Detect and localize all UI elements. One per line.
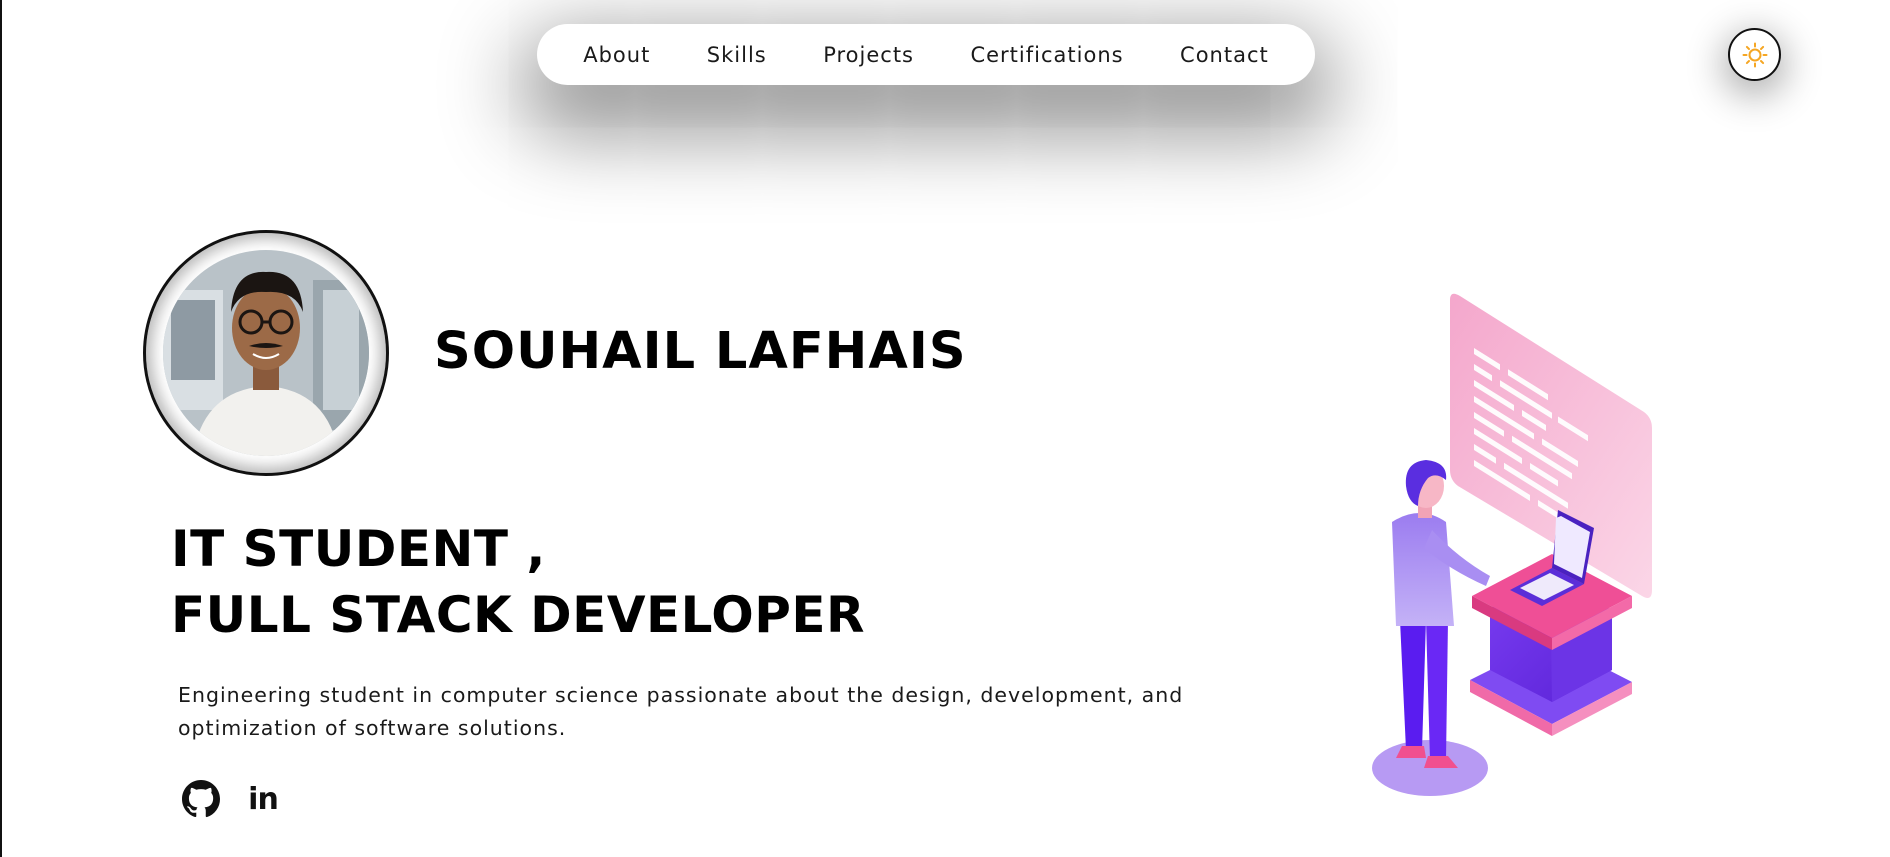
github-link[interactable]	[182, 780, 220, 818]
main-nav: About Skills Projects Certifications Con…	[537, 24, 1315, 85]
github-icon	[182, 780, 220, 818]
headline-line-2: FULL STACK DEVELOPER	[171, 586, 866, 644]
developer-illustration	[1372, 293, 1652, 796]
profile-avatar	[143, 230, 389, 476]
headline-line-1: IT STUDENT ,	[171, 520, 546, 578]
nav-link-certifications[interactable]: Certifications	[970, 43, 1123, 67]
nav-link-contact[interactable]: Contact	[1180, 43, 1269, 67]
nav-link-about[interactable]: About	[583, 43, 650, 67]
profile-photo	[163, 250, 369, 456]
headline: IT STUDENT , FULL STACK DEVELOPER	[171, 516, 865, 648]
theme-toggle-button[interactable]	[1728, 28, 1781, 81]
linkedin-icon: in	[248, 781, 279, 817]
page: About Skills Projects Certifications Con…	[0, 0, 1890, 857]
profile-name: SOUHAIL LAFHAIS	[434, 322, 967, 381]
bio-text: Engineering student in computer science …	[178, 683, 1184, 740]
nav-link-skills[interactable]: Skills	[707, 43, 767, 67]
nav-link-projects[interactable]: Projects	[823, 43, 914, 67]
sun-icon	[1742, 42, 1767, 67]
social-links: in	[182, 780, 282, 818]
linkedin-link[interactable]: in	[244, 780, 282, 818]
